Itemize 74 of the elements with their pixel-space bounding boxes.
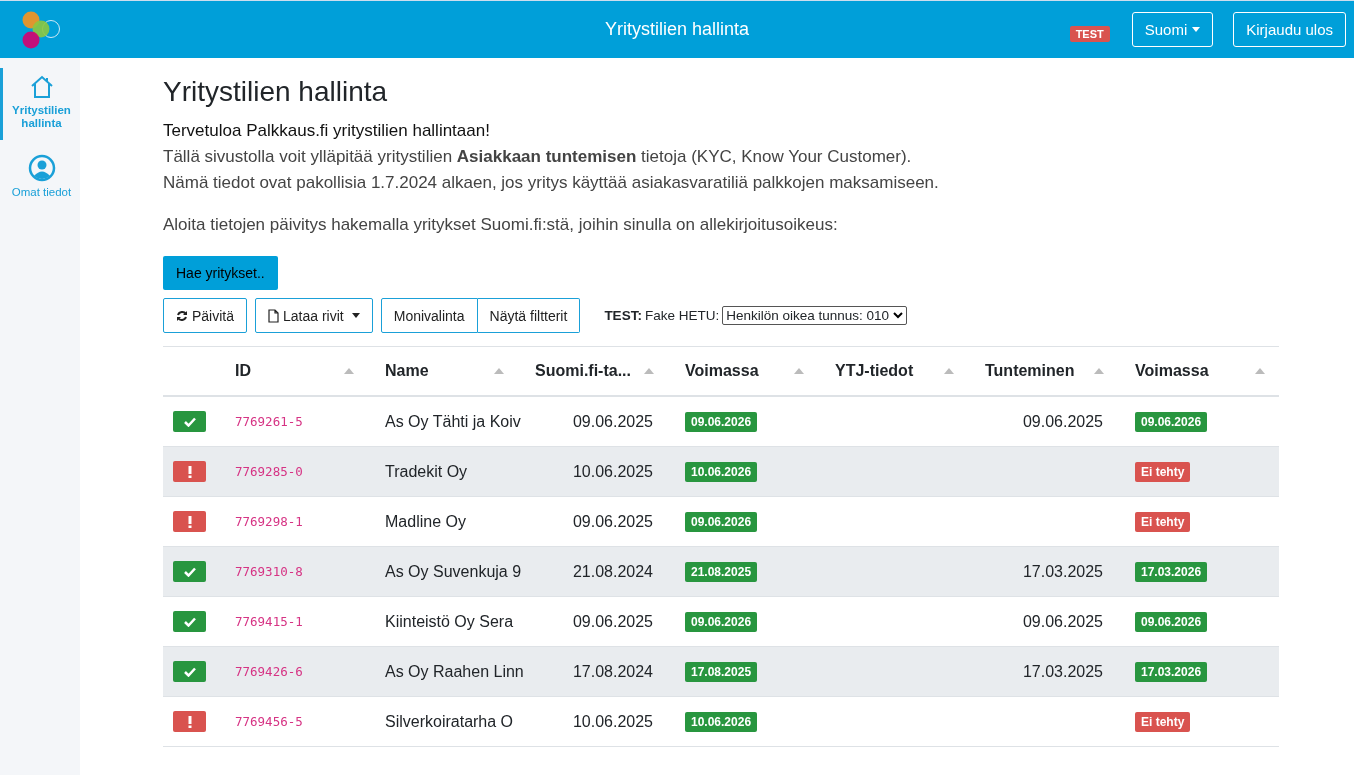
sort-icon	[644, 368, 654, 374]
download-rows-dropdown[interactable]: Lataa rivit	[255, 298, 373, 333]
column-header[interactable]: Voimassa	[1118, 347, 1279, 395]
user-icon	[27, 154, 56, 182]
company-name: Tradekit Oy	[385, 462, 468, 481]
environment-badge: TEST	[1069, 26, 1110, 42]
date-text: 10.06.2025	[572, 712, 653, 731]
column-header[interactable]: Tunteminen	[968, 347, 1118, 395]
company-id-link[interactable]: 7769426-6	[235, 664, 303, 679]
caret-icon	[351, 313, 360, 318]
company-name: Kiinteistö Oy Sera	[385, 612, 514, 631]
intro-text: Nämä tiedot ovat pakollisia 1.7.2024 alkaen, jos yritys käyttää asiakasvaratiliä palkkojen maksamiseen.	[163, 172, 940, 194]
validity-badge: 17.03.2026	[1135, 661, 1208, 682]
caret-icon	[1192, 27, 1201, 32]
company-id-link[interactable]: 7769261-5	[235, 414, 303, 429]
date-text: 10.06.2025	[572, 462, 653, 481]
validity-badge: 10.06.2026	[685, 461, 758, 482]
column-header[interactable]: Name	[368, 347, 518, 395]
date-text: 09.06.2025	[572, 412, 653, 431]
company-name: As Oy Raahen Linn	[385, 662, 524, 681]
chevron-down-icon	[893, 312, 904, 319]
validity-badge: 09.06.2026	[685, 411, 758, 432]
column-header[interactable]: YTJ-tiedot	[818, 347, 968, 395]
company-name: Silverkoiratarha O	[385, 712, 514, 731]
validity-badge: 09.06.2026	[1135, 611, 1208, 632]
sort-icon	[1094, 368, 1104, 374]
company-id-link[interactable]: 7769298-1	[235, 514, 303, 529]
welcome-text: Tervetuloa Palkkaus.fi yritystilien hallintaan!	[163, 120, 491, 142]
company-name: As Oy Suvenkuja 9	[385, 562, 522, 581]
validity-badge: 10.06.2026	[685, 711, 758, 732]
validity-badge: 17.08.2025	[685, 661, 758, 682]
date-text: 09.06.2025	[1022, 612, 1103, 631]
fake-hetu-label: Fake HETU:	[644, 308, 720, 323]
refresh-icon	[176, 309, 188, 322]
validity-badge: Ei tehty	[1135, 711, 1191, 732]
show-filters-button[interactable]: Näytä filtterit	[477, 298, 581, 333]
company-name: As Oy Tähti ja Koiv	[385, 412, 521, 431]
validity-badge: 09.06.2026	[685, 611, 758, 632]
company-id-link[interactable]: 7769456-5	[235, 714, 303, 729]
column-header[interactable]: ID	[218, 347, 368, 395]
date-text: 17.08.2024	[572, 662, 653, 681]
validity-badge: 09.06.2026	[685, 511, 758, 532]
validity-badge: Ei tehty	[1135, 511, 1191, 532]
date-text: 09.06.2025	[572, 612, 653, 631]
date-text: 17.03.2025	[1022, 662, 1103, 681]
validity-badge: 21.08.2025	[685, 561, 758, 582]
multiselect-button[interactable]: Monivalinta	[380, 298, 478, 333]
test-label: TEST:	[604, 308, 642, 323]
validity-badge: 09.06.2026	[1135, 411, 1208, 432]
intro-text: Tällä sivustolla voit ylläpitää yritystilien Asiakkaan tuntemisen tietoja (KYC, Know Your Customer).	[163, 146, 913, 168]
company-name: Madline Oy	[385, 512, 466, 531]
file-icon	[268, 308, 280, 323]
instruction-text: Aloita tietojen päivitys hakemalla yritykset Suomi.fi:stä, joihin sinulla on allekirjoitusoikeus:	[163, 214, 839, 236]
date-text: 09.06.2025	[572, 512, 653, 531]
fake-hetu-select[interactable]: Henkilön oikea tunnus: 010	[722, 306, 908, 325]
date-text: 17.03.2025	[1022, 562, 1103, 581]
company-id-link[interactable]: 7769310-8	[235, 564, 303, 579]
column-header[interactable]: Suomi.fi-ta...	[518, 347, 668, 395]
sort-icon	[944, 368, 954, 374]
date-text: 21.08.2024	[572, 562, 653, 581]
sort-icon	[1255, 368, 1265, 374]
validity-badge: 17.03.2026	[1135, 561, 1208, 582]
validity-badge: Ei tehty	[1135, 461, 1191, 482]
sort-icon	[794, 368, 804, 374]
date-text: 09.06.2025	[1022, 412, 1103, 431]
column-header[interactable]: Voimassa	[668, 347, 818, 395]
page-heading: Yritystilien hallinta	[163, 76, 389, 108]
company-id-link[interactable]: 7769285-0	[235, 464, 303, 479]
fetch-companies-button[interactable]: Hae yritykset..	[163, 256, 278, 290]
refresh-button[interactable]: Päivitä	[163, 298, 248, 333]
app-title: Yritystilien hallinta	[603, 19, 751, 40]
sort-icon	[344, 368, 354, 374]
company-id-link[interactable]: 7769415-1	[235, 614, 303, 629]
sort-icon	[494, 368, 504, 374]
